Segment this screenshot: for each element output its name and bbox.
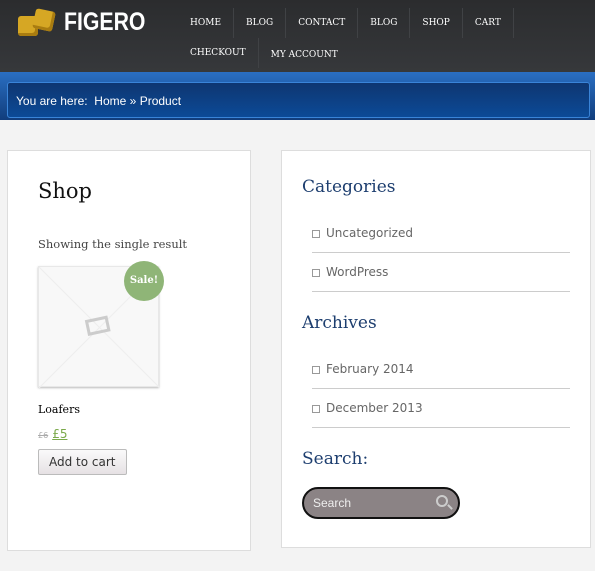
nav-contact[interactable]: CONTACT: [286, 8, 359, 38]
add-to-cart-button[interactable]: Add to cart: [38, 449, 127, 475]
product-name[interactable]: Loafers: [38, 403, 80, 416]
sidebar: Categories Uncategorized WordPress Archi…: [281, 150, 591, 548]
search-input[interactable]: Search: [302, 487, 460, 519]
dice-icon: [18, 7, 58, 36]
archives-list: February 2014 December 2013: [312, 350, 570, 428]
logo[interactable]: FIGERO: [18, 7, 160, 37]
sale-badge: Sale!: [124, 261, 164, 301]
category-link[interactable]: WordPress: [312, 253, 570, 292]
categories-heading: Categories: [302, 177, 396, 197]
breadcrumb: You are here: Home » Product: [7, 82, 590, 118]
breadcrumb-home[interactable]: Home: [94, 94, 126, 108]
nav-blog-2[interactable]: BLOG: [358, 8, 411, 38]
categories-list: Uncategorized WordPress: [312, 214, 570, 292]
nav-home[interactable]: HOME: [178, 8, 235, 38]
breadcrumb-separator: »: [129, 94, 137, 108]
search-placeholder: Search: [313, 496, 352, 510]
result-count: Showing the single result: [38, 237, 188, 251]
breadcrumb-label: You are here:: [16, 94, 88, 108]
search-heading: Search:: [302, 449, 369, 469]
main-nav: HOME BLOG CONTACT BLOG SHOP CART CHECKOU…: [178, 8, 588, 70]
nav-cart[interactable]: CART: [463, 8, 514, 38]
archive-link[interactable]: February 2014: [312, 350, 570, 389]
page-title: Shop: [38, 179, 92, 203]
brand-name: FIGERO: [64, 8, 146, 36]
nav-checkout[interactable]: CHECKOUT: [178, 38, 259, 68]
archive-link[interactable]: December 2013: [312, 389, 570, 428]
sale-price: £5: [52, 427, 68, 441]
nav-blog[interactable]: BLOG: [234, 8, 287, 38]
nav-shop[interactable]: SHOP: [410, 8, 463, 38]
search-icon[interactable]: [436, 495, 448, 507]
breadcrumb-current: Product: [139, 94, 182, 108]
archives-heading: Archives: [302, 313, 377, 333]
product-price: £6 £5: [38, 427, 67, 441]
old-price: £6: [38, 431, 49, 440]
nav-my-account[interactable]: MY ACCOUNT: [259, 40, 350, 70]
shop-panel: Shop Showing the single result Sale! Loa…: [7, 150, 251, 551]
category-link[interactable]: Uncategorized: [312, 214, 570, 253]
site-header: FIGERO HOME BLOG CONTACT BLOG SHOP CART …: [0, 0, 595, 72]
